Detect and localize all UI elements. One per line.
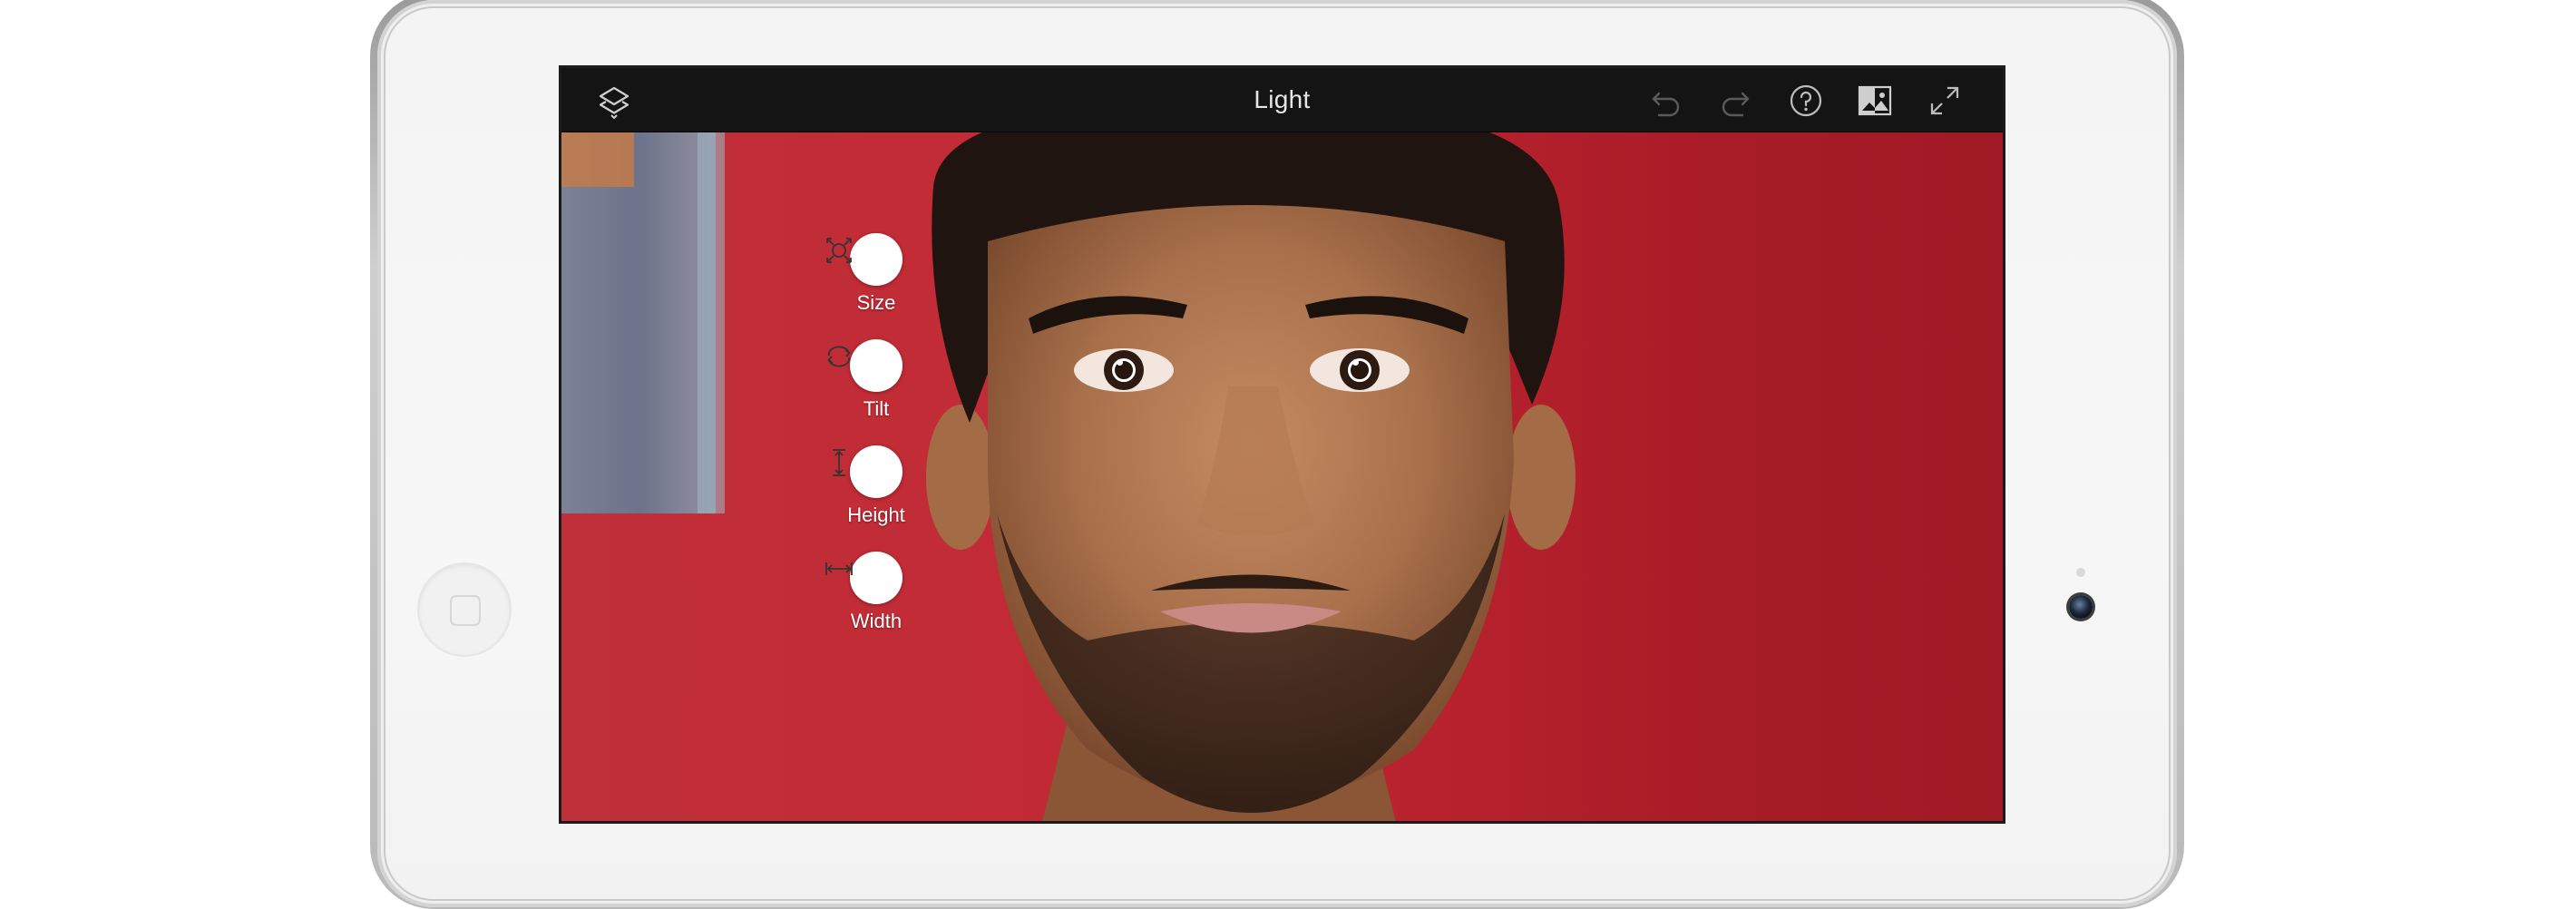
top-toolbar: Light	[561, 68, 2003, 132]
tilt-label: Tilt	[863, 397, 890, 420]
size-label: Size	[856, 291, 896, 314]
redo-icon[interactable]	[1715, 81, 1755, 121]
front-camera	[2069, 595, 2093, 619]
photo-canvas[interactable]: Size Tilt Height Width	[561, 132, 2003, 821]
home-button[interactable]	[419, 564, 510, 655]
height-label: Height	[847, 503, 905, 526]
image-compare-icon[interactable]	[1855, 81, 1895, 121]
tilt-icon[interactable]	[827, 339, 903, 392]
height-tool[interactable]: Height	[822, 445, 931, 527]
width-tool[interactable]: Width	[822, 552, 931, 633]
width-icon[interactable]	[825, 552, 903, 604]
height-icon[interactable]	[833, 445, 903, 498]
undo-icon[interactable]	[1646, 81, 1686, 121]
size-tool[interactable]: Size	[822, 233, 931, 315]
home-button-square	[450, 595, 481, 626]
app-screen: Light Size Tilt Height Width	[559, 65, 2005, 824]
eye-handle-dot	[1352, 359, 1359, 366]
size-icon[interactable]	[826, 233, 903, 286]
right-eye-handle[interactable]	[1348, 358, 1371, 382]
width-label: Width	[850, 610, 903, 632]
tilt-tool[interactable]: Tilt	[822, 339, 931, 421]
fullscreen-icon[interactable]	[1925, 81, 1965, 121]
eye-handle-dot	[1117, 359, 1123, 366]
portrait-photo	[561, 132, 1576, 821]
left-eye-handle[interactable]	[1112, 358, 1136, 382]
front-sensor	[2076, 568, 2085, 577]
help-icon[interactable]	[1786, 81, 1826, 121]
